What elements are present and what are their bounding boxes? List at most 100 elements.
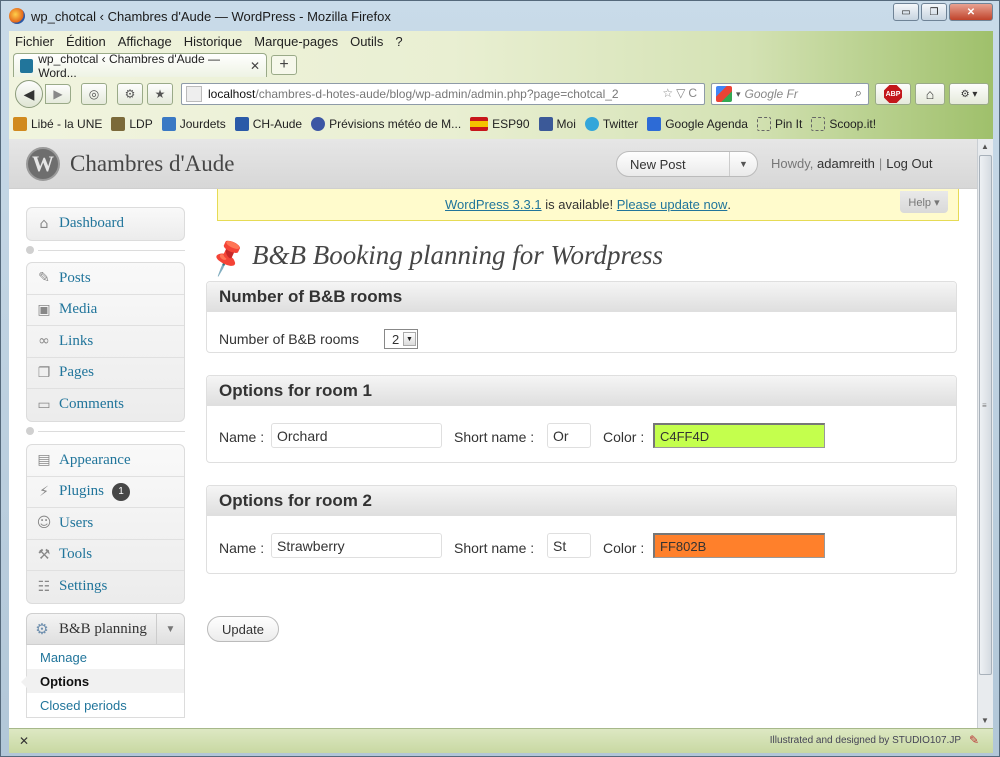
site-identity-icon[interactable] [186,86,202,102]
chevron-down-icon[interactable]: ▼ [156,614,184,644]
sidebar-item-label: Dashboard [59,215,124,232]
rooms-count-select[interactable]: 2 ▼ [384,329,418,349]
room2-color-input[interactable]: FF802B [653,533,825,558]
user-greeting: Howdy, adamreith | Log Out [771,156,932,171]
bookmark-google-agenda[interactable]: Google Agenda [647,117,748,131]
menu-outils[interactable]: Outils [350,34,383,49]
bookmark-ch-aude[interactable]: CH-Aude [234,117,302,131]
brush-icon[interactable]: ✎ [969,733,985,749]
reader-icon[interactable]: ◎ [81,83,107,105]
menu-dashboard-group: ⌂ Dashboard [26,207,185,241]
sidebar-item-bb-planning[interactable]: ⚙ B&B planning ▼ [26,613,185,645]
back-button[interactable]: ◀ [15,80,43,108]
bookmark-pin-it[interactable]: Pin It [756,117,802,131]
sidebar-item-media[interactable]: ▣ Media [27,295,184,326]
search-engine-dropdown-icon[interactable]: ▾ [736,89,741,100]
bookmark-libe[interactable]: Libé - la UNE [13,117,102,131]
update-notice-end: . [727,197,731,212]
room2-short-name-label: Short name : [454,540,535,556]
scrollbar-thumb[interactable] [979,155,992,675]
bookmark-jourdets[interactable]: Jourdets [161,117,226,131]
sidebar-item-plugins[interactable]: ⚡ Plugins 1 [27,477,184,508]
tab-wp-chotcal[interactable]: wp_chotcal ‹ Chambres d'Aude — Word... ✕ [13,52,267,80]
bookmark-moi[interactable]: Moi [538,117,576,131]
username-link[interactable]: adamreith [817,156,875,171]
bookmark-ldp[interactable]: LDP [111,117,153,131]
adblock-icon: ABP [884,85,902,103]
pushpin-icon: 📌 [204,235,250,279]
menu-separator[interactable] [26,246,185,254]
sidebar-item-label: Users [59,514,94,531]
adblock-button[interactable]: ABP [875,83,911,105]
search-input[interactable]: ▾ Google Fr ⌕ [711,83,869,105]
sidebar-item-tools[interactable]: ⚒ Tools [27,540,184,571]
menu-affichage[interactable]: Affichage [118,34,172,49]
update-button[interactable]: Update [207,616,279,642]
bookmark-twitter[interactable]: Twitter [584,117,638,131]
sidebar-item-dashboard[interactable]: ⌂ Dashboard [27,208,184,240]
gear-icon: ⚙ [35,620,49,638]
bookmark-star-button[interactable]: ★ [147,83,173,105]
room2-name-input[interactable]: Strawberry [271,533,442,558]
vertical-scrollbar[interactable]: ▲ ≡ ▼ [977,139,993,728]
sidebar-item-appearance[interactable]: ▤ Appearance [27,445,184,477]
sidebar-item-label: Posts [59,269,91,286]
room1-short-name-input[interactable]: Or [547,423,591,448]
sidebar-item-settings[interactable]: ☷ Settings [27,571,184,603]
google-icon[interactable] [716,86,732,102]
forward-button[interactable]: ▶ [45,84,71,104]
room1-name-input[interactable]: Orchard [271,423,442,448]
chevron-down-icon[interactable]: ▼ [729,152,757,176]
sidebar-item-users[interactable]: ☺ Users [27,508,184,540]
close-window-button[interactable]: ✕ [949,3,993,21]
wordpress-favicon-icon [20,58,34,73]
separator-dot [26,246,34,254]
bookmark-esp90[interactable]: ESP90 [470,117,530,131]
sidebar-item-links[interactable]: ∞ Links [27,326,184,358]
menu-separator[interactable] [26,427,185,435]
bookmark-scoop-it[interactable]: Scoop.it! [811,117,876,131]
status-bar: ✕ Illustrated and designed by STUDIO107.… [9,728,993,753]
scroll-down-icon[interactable]: ▼ [981,716,989,725]
logout-link[interactable]: Log Out [886,156,932,171]
help-tab[interactable]: Help ▾ [900,191,948,213]
sidebar-item-label: Appearance [59,451,131,468]
dropdown-arrow-icon[interactable]: ▼ [403,332,416,346]
new-post-button[interactable]: New Post ▼ [616,151,758,177]
scroll-up-icon[interactable]: ▲ [981,142,989,151]
update-notice: WordPress 3.3.1 is available! Please upd… [217,189,959,221]
addon-icon[interactable]: ⚙ [117,83,143,105]
submenu-item-manage[interactable]: Manage [27,645,184,669]
separator: | [878,156,883,171]
menu-marque-pages[interactable]: Marque-pages [254,34,338,49]
home-button[interactable]: ⌂ [915,83,945,105]
menu-help[interactable]: ? [395,34,402,49]
bookmark-meteo[interactable]: Prévisions météo de M... [311,117,461,131]
menu-edition[interactable]: Édition [66,34,106,49]
tools-menu-button[interactable]: ⚙ ▾ [949,83,989,105]
minimize-button[interactable]: ▭ [893,3,919,21]
menu-historique[interactable]: Historique [184,34,243,49]
room1-color-input[interactable]: C4FF4D [653,423,825,448]
menu-fichier[interactable]: Fichier [15,34,54,49]
site-title[interactable]: Chambres d'Aude [70,151,234,177]
submenu-item-options[interactable]: Options [27,669,184,693]
sidebar-item-comments[interactable]: ▭ Comments [27,389,184,421]
wordpress-version-link[interactable]: WordPress 3.3.1 [445,197,542,212]
tab-close-icon[interactable]: ✕ [250,59,260,73]
close-addon-bar-icon[interactable]: ✕ [19,734,29,748]
links-icon: ∞ [38,333,50,350]
wordpress-logo-icon: W [26,147,60,181]
sidebar-item-posts[interactable]: ✎ Posts [27,263,184,295]
new-tab-button[interactable]: + [271,55,297,75]
room2-short-name-input[interactable]: St [547,533,591,558]
sidebar-item-pages[interactable]: ❐ Pages [27,358,184,389]
room2-color-label: Color : [603,540,645,556]
submenu-item-closed-periods[interactable]: Closed periods [27,693,184,717]
url-star-reload-icon[interactable]: ☆▽C [662,86,700,100]
url-bar[interactable]: localhost/chambres-d-hotes-aude/blog/wp-… [181,83,705,105]
update-now-link[interactable]: Please update now [617,197,728,212]
search-icon[interactable]: ⌕ [855,85,862,101]
maximize-button[interactable]: ❐ [921,3,947,21]
url-path: /chambres-d-hotes-aude/blog/wp-admin/adm… [255,87,619,101]
